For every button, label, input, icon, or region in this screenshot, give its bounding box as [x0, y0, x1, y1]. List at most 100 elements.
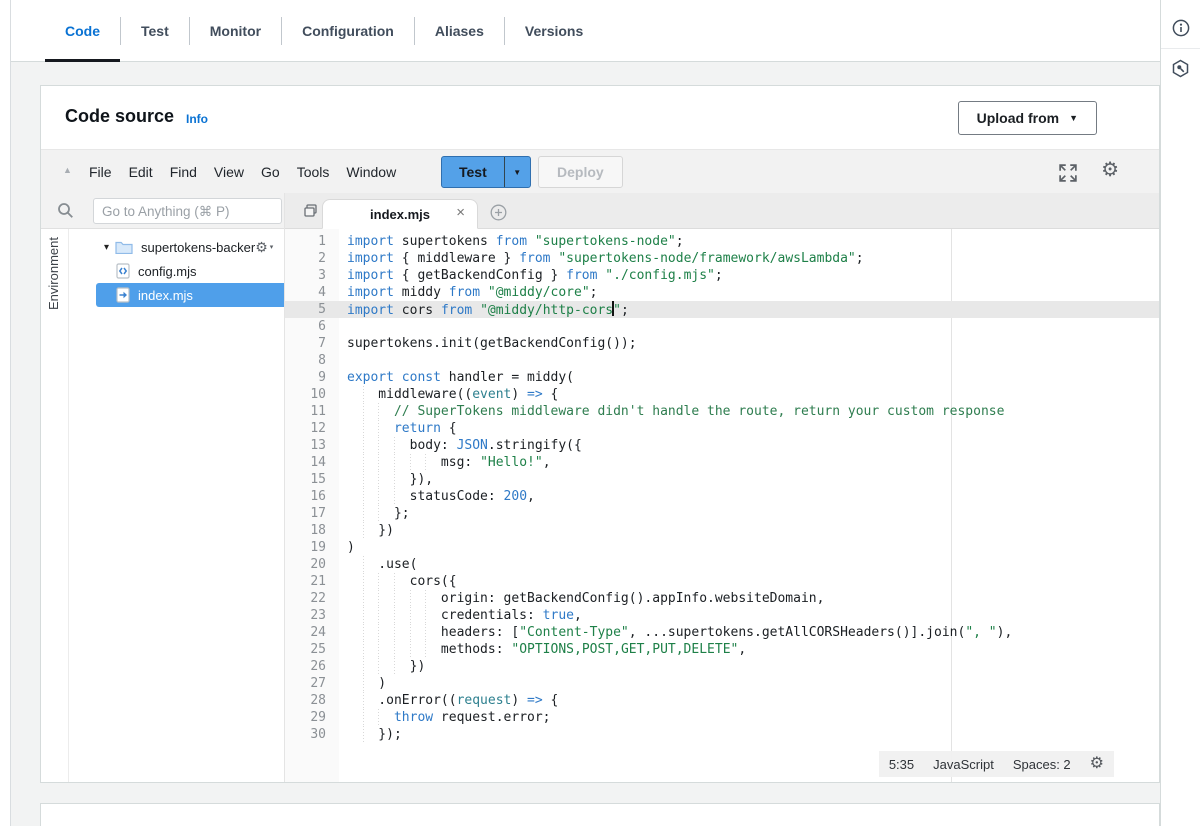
code-line-14[interactable]: 14 msg: "Hello!", — [285, 454, 1159, 471]
line-number[interactable]: 6 — [285, 318, 339, 335]
collapse-panel-icon[interactable]: ▲ — [63, 165, 72, 175]
line-number[interactable]: 10 — [285, 386, 339, 403]
cursor-position[interactable]: 5:35 — [889, 757, 914, 772]
code-line-16[interactable]: 16 statusCode: 200, — [285, 488, 1159, 505]
language-mode[interactable]: JavaScript — [933, 757, 994, 772]
code-line-12[interactable]: 12 return { — [285, 420, 1159, 437]
menu-window[interactable]: Window — [346, 164, 396, 180]
line-number[interactable]: 20 — [285, 556, 339, 573]
goto-anything-input[interactable] — [93, 198, 282, 224]
tab-list-icon[interactable] — [303, 203, 318, 218]
menu-edit[interactable]: Edit — [129, 164, 153, 180]
menu-file[interactable]: File — [89, 164, 112, 180]
code-token: headers: [ — [347, 625, 519, 640]
code-line-3[interactable]: 3import { getBackendConfig } from "./con… — [285, 267, 1159, 284]
line-number[interactable]: 23 — [285, 607, 339, 624]
code-token: const — [402, 370, 441, 385]
line-number[interactable]: 16 — [285, 488, 339, 505]
line-number[interactable]: 11 — [285, 403, 339, 420]
line-number[interactable]: 5 — [285, 301, 339, 318]
code-line-23[interactable]: 23 credentials: true, — [285, 607, 1159, 624]
code-line-20[interactable]: 20 .use( — [285, 556, 1159, 573]
caret-down-icon[interactable]: ▾ — [104, 242, 109, 253]
line-number[interactable]: 21 — [285, 573, 339, 590]
code-line-22[interactable]: 22 origin: getBackendConfig().appInfo.we… — [285, 590, 1159, 607]
code-line-4[interactable]: 4import middy from "@middy/core"; — [285, 284, 1159, 301]
test-options-button[interactable]: ▼ — [504, 157, 530, 187]
code-line-30[interactable]: 30 }); — [285, 726, 1159, 743]
menu-go[interactable]: Go — [261, 164, 280, 180]
tab-aliases[interactable]: Aliases — [415, 0, 504, 61]
code-line-18[interactable]: 18 }) — [285, 522, 1159, 539]
info-panel-icon[interactable] — [1171, 12, 1191, 44]
line-number[interactable]: 3 — [285, 267, 339, 284]
code-line-11[interactable]: 11 // SuperTokens middleware didn't hand… — [285, 403, 1159, 420]
line-number[interactable]: 27 — [285, 675, 339, 692]
line-number[interactable]: 19 — [285, 539, 339, 556]
line-number[interactable]: 25 — [285, 641, 339, 658]
line-number[interactable]: 26 — [285, 658, 339, 675]
tree-file-index-mjs[interactable]: index.mjs — [96, 283, 287, 307]
code-line-9[interactable]: 9export const handler = middy( — [285, 369, 1159, 386]
line-number[interactable]: 30 — [285, 726, 339, 743]
amazon-q-icon[interactable] — [1171, 53, 1190, 84]
fullscreen-icon[interactable] — [1059, 164, 1077, 182]
deploy-button[interactable]: Deploy — [538, 156, 623, 188]
line-number[interactable]: 22 — [285, 590, 339, 607]
tab-test[interactable]: Test — [121, 0, 189, 61]
code-line-25[interactable]: 25 methods: "OPTIONS,POST,GET,PUT,DELETE… — [285, 641, 1159, 658]
line-number[interactable]: 13 — [285, 437, 339, 454]
code-editor[interactable]: 1import supertokens from "supertokens-no… — [285, 229, 1159, 782]
code-line-24[interactable]: 24 headers: ["Content-Type", ...supertok… — [285, 624, 1159, 641]
code-line-2[interactable]: 2import { middleware } from "supertokens… — [285, 250, 1159, 267]
line-number[interactable]: 15 — [285, 471, 339, 488]
info-link[interactable]: Info — [186, 112, 208, 126]
code-line-21[interactable]: 21 cors({ — [285, 573, 1159, 590]
code-line-15[interactable]: 15 }), — [285, 471, 1159, 488]
menu-tools[interactable]: Tools — [297, 164, 330, 180]
code-line-1[interactable]: 1import supertokens from "supertokens-no… — [285, 233, 1159, 250]
line-number[interactable]: 7 — [285, 335, 339, 352]
code-line-29[interactable]: 29 throw request.error; — [285, 709, 1159, 726]
code-line-17[interactable]: 17 }; — [285, 505, 1159, 522]
line-number[interactable]: 8 — [285, 352, 339, 369]
folder-settings-gear-icon[interactable]: ⚙▾ — [255, 239, 273, 256]
new-tab-icon[interactable] — [490, 204, 507, 221]
indentation-setting[interactable]: Spaces: 2 — [1013, 757, 1071, 772]
tab-monitor[interactable]: Monitor — [190, 0, 281, 61]
line-number[interactable]: 24 — [285, 624, 339, 641]
code-line-10[interactable]: 10 middleware((event) => { — [285, 386, 1159, 403]
code-line-6[interactable]: 6 — [285, 318, 1159, 335]
line-number[interactable]: 9 — [285, 369, 339, 386]
line-number[interactable]: 2 — [285, 250, 339, 267]
tab-code[interactable]: Code — [45, 0, 120, 61]
menu-view[interactable]: View — [214, 164, 244, 180]
code-line-26[interactable]: 26 }) — [285, 658, 1159, 675]
tree-file-config-mjs[interactable]: config.mjs — [69, 259, 289, 283]
line-number[interactable]: 29 — [285, 709, 339, 726]
close-icon[interactable]: × — [456, 205, 465, 220]
tab-configuration[interactable]: Configuration — [282, 0, 414, 61]
code-line-19[interactable]: 19) — [285, 539, 1159, 556]
tab-versions[interactable]: Versions — [505, 0, 603, 61]
test-button[interactable]: Test — [442, 157, 504, 187]
editor-tab-index-mjs[interactable]: index.mjs × — [322, 199, 478, 229]
statusbar-settings-gear-icon[interactable]: ⚙ — [1090, 756, 1104, 772]
line-number[interactable]: 1 — [285, 233, 339, 250]
code-line-13[interactable]: 13 body: JSON.stringify({ — [285, 437, 1159, 454]
upload-from-button[interactable]: Upload from ▼ — [958, 101, 1097, 135]
menu-find[interactable]: Find — [170, 164, 197, 180]
line-number[interactable]: 17 — [285, 505, 339, 522]
code-line-5[interactable]: 5import cors from "@middy/http-cors"; — [285, 301, 1159, 318]
code-line-28[interactable]: 28 .onError((request) => { — [285, 692, 1159, 709]
line-number[interactable]: 18 — [285, 522, 339, 539]
code-line-8[interactable]: 8 — [285, 352, 1159, 369]
line-number[interactable]: 14 — [285, 454, 339, 471]
line-number[interactable]: 4 — [285, 284, 339, 301]
code-line-7[interactable]: 7supertokens.init(getBackendConfig()); — [285, 335, 1159, 352]
line-number[interactable]: 28 — [285, 692, 339, 709]
tree-folder-supertokens-backer[interactable]: ▾ supertokens-backer ⚙▾ — [69, 235, 289, 259]
line-number[interactable]: 12 — [285, 420, 339, 437]
code-line-27[interactable]: 27 ) — [285, 675, 1159, 692]
editor-settings-gear-icon[interactable]: ⚙ — [1101, 160, 1119, 180]
